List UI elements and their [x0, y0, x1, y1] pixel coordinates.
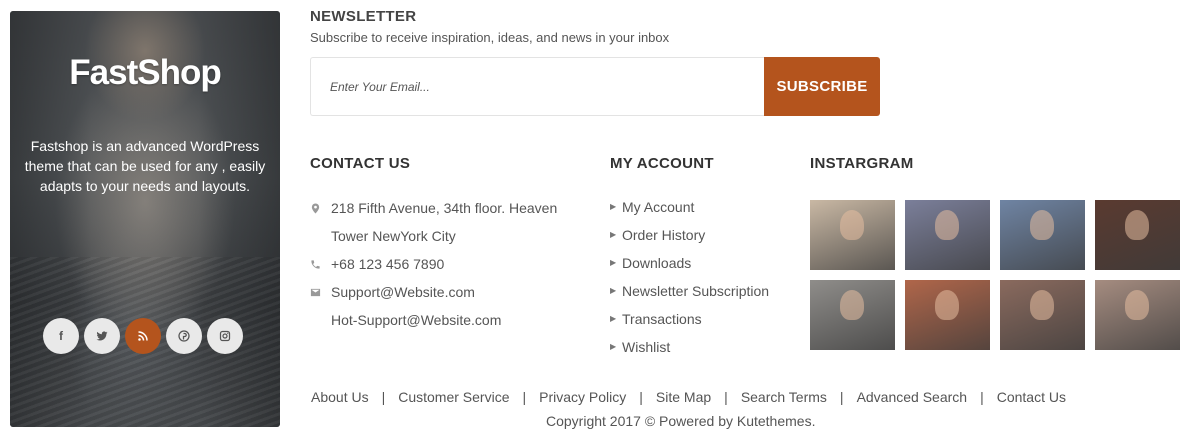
footer-link-advanced-search[interactable]: Advanced Search	[857, 389, 968, 405]
contact-text: +68 123 456 7890	[331, 256, 445, 272]
rss-icon[interactable]	[125, 318, 161, 354]
contact-address-line-2: Tower NewYork City	[310, 222, 590, 250]
contact-address-line-1: 218 Fifth Avenue, 34th floor. Heaven	[310, 194, 590, 222]
couple-photo[interactable]	[1000, 280, 1085, 350]
blonde-woman-photo[interactable]	[1095, 280, 1180, 350]
account-link-label: Wishlist	[622, 339, 671, 355]
instagram-glyph	[219, 330, 231, 342]
instagram-icon[interactable]	[207, 318, 243, 354]
rss-glyph	[138, 331, 148, 341]
account-link-label: Order History	[622, 227, 706, 243]
footer-link-search-terms[interactable]: Search Terms	[741, 389, 827, 405]
brand-panel: FastShop Fastshop is an advanced WordPre…	[10, 11, 280, 427]
woman-street-photo[interactable]	[905, 200, 990, 270]
contact-list: 218 Fifth Avenue, 34th floor. Heaven Tow…	[310, 194, 590, 334]
footer-separator: |	[639, 389, 643, 405]
footer-separator: |	[381, 389, 386, 405]
footer-link-contact[interactable]: Contact Us	[997, 389, 1066, 405]
footer-separator: |	[522, 389, 527, 405]
twitter-glyph	[96, 331, 108, 341]
pinterest-icon[interactable]	[166, 318, 202, 354]
account-title: MY ACCOUNT	[610, 155, 714, 172]
facebook-icon[interactable]: f	[43, 318, 79, 354]
brand-description: Fastshop is an advanced WordPress theme …	[24, 138, 266, 194]
chevron-right-icon: ▶	[610, 286, 617, 295]
footer-separator: |	[724, 389, 728, 405]
account-link-my-account[interactable]: ▶ My Account	[610, 193, 769, 221]
footer-link-customer-service[interactable]: Customer Service	[398, 389, 509, 405]
envelope-icon	[310, 278, 331, 306]
chevron-right-icon: ▶	[610, 314, 617, 323]
contact-text: 218 Fifth Avenue, 34th floor. Heaven	[331, 200, 558, 216]
contact-email-secondary: Hot-Support@Website.com	[310, 306, 590, 334]
facebook-glyph: f	[59, 329, 63, 343]
map-pin-icon	[310, 194, 331, 222]
contact-text[interactable]: Hot-Support@Website.com	[331, 306, 590, 334]
account-link-downloads[interactable]: ▶ Downloads	[610, 249, 769, 277]
social-links: f	[43, 318, 243, 354]
instagram-title: INSTARGRAM	[810, 155, 914, 172]
woman-brick-photo[interactable]	[905, 280, 990, 350]
man-brick-wall-photo[interactable]	[1000, 200, 1085, 270]
account-link-wishlist[interactable]: ▶ Wishlist	[610, 333, 769, 361]
contact-text[interactable]: Support@Website.com	[331, 278, 590, 306]
chevron-right-icon: ▶	[610, 230, 617, 239]
chevron-right-icon: ▶	[610, 342, 617, 351]
man-suit-photo[interactable]	[810, 280, 895, 350]
chevron-right-icon: ▶	[610, 202, 617, 211]
account-link-label: Transactions	[622, 311, 702, 327]
brand-logo-title[interactable]: FastShop	[10, 53, 280, 93]
email-input[interactable]	[310, 57, 764, 116]
copyright-text: Copyright 2017 © Powered by Kutethemes.	[546, 413, 816, 429]
contact-text: Tower NewYork City	[331, 228, 456, 244]
footer-separator: |	[839, 389, 844, 405]
contact-phone: +68 123 456 7890	[310, 250, 590, 278]
contact-title: CONTACT US	[310, 155, 411, 172]
account-link-newsletter[interactable]: ▶ Newsletter Subscription	[610, 277, 769, 305]
account-link-label: Downloads	[622, 255, 692, 271]
two-women-photo[interactable]	[810, 200, 895, 270]
account-link-order-history[interactable]: ▶ Order History	[610, 221, 769, 249]
chevron-right-icon: ▶	[610, 258, 617, 267]
phone-icon	[310, 250, 331, 278]
footer-link-privacy[interactable]: Privacy Policy	[539, 389, 626, 405]
newsletter-subtitle: Subscribe to receive inspiration, ideas,…	[310, 30, 670, 45]
account-link-transactions[interactable]: ▶ Transactions	[610, 305, 769, 333]
footer-link-about[interactable]: About Us	[311, 389, 369, 405]
subscribe-button[interactable]: SUBSCRIBE	[764, 57, 880, 116]
footer-link-sitemap[interactable]: Site Map	[656, 389, 711, 405]
footer-separator: |	[980, 389, 984, 405]
account-link-label: Newsletter Subscription	[622, 283, 770, 299]
account-links: ▶ My Account ▶ Order History ▶ Downloads ▶ N…	[610, 193, 769, 361]
instagram-grid	[810, 200, 1180, 350]
account-link-label: My Account	[622, 199, 695, 215]
pinterest-glyph	[178, 330, 190, 342]
twitter-icon[interactable]	[84, 318, 120, 354]
newsletter-title: NEWSLETTER	[310, 8, 417, 25]
footer-links: About Us | Customer Service | Privacy Po…	[311, 389, 1066, 405]
woman-sunglasses-photo[interactable]	[1095, 200, 1180, 270]
contact-email: Support@Website.com	[310, 278, 590, 306]
